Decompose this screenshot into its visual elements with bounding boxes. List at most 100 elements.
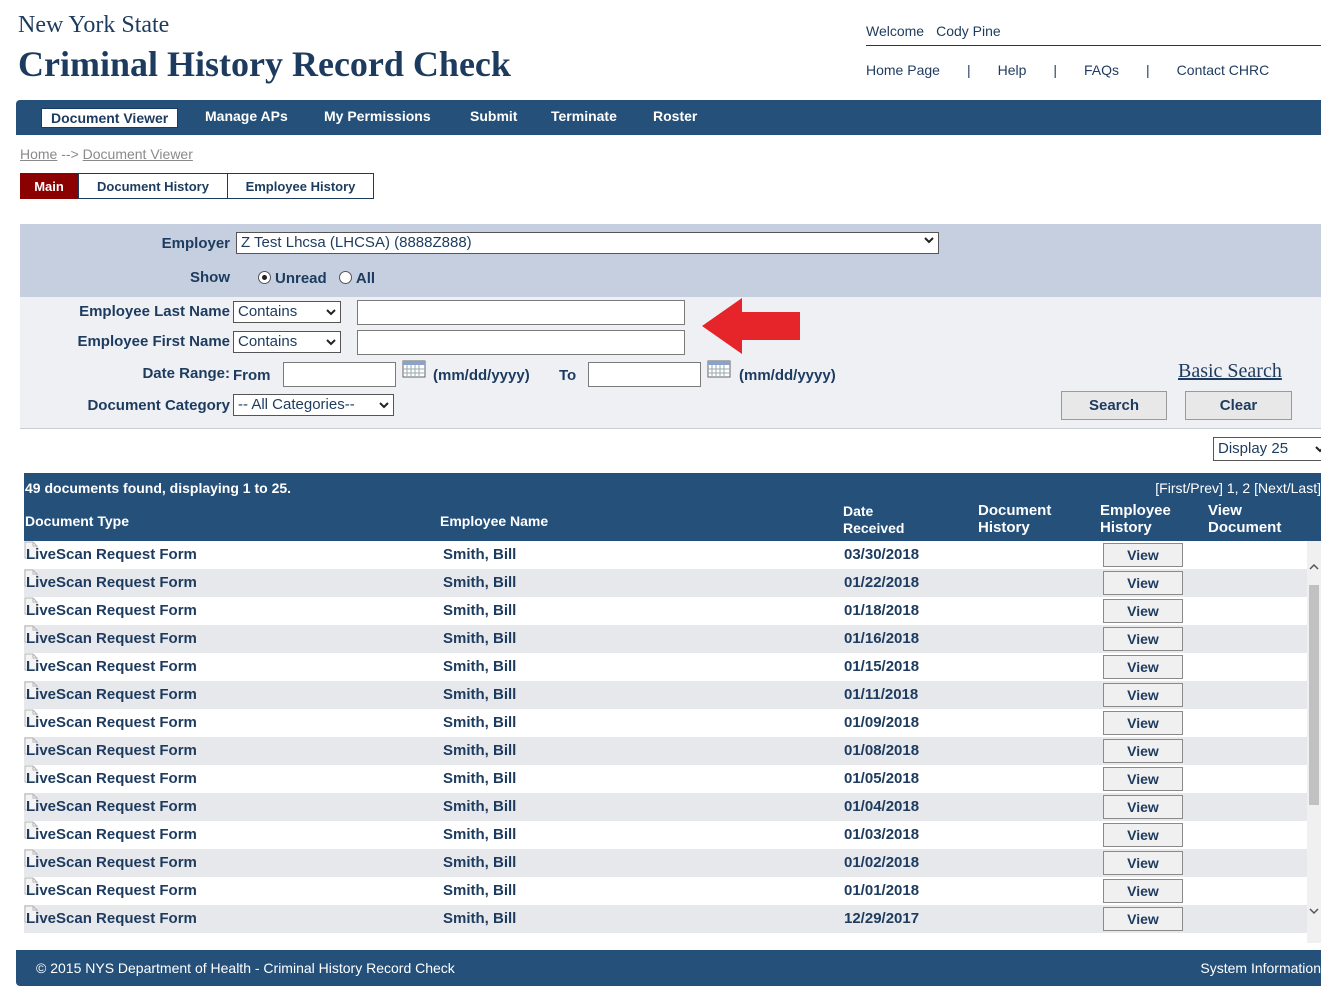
- breadcrumb-current[interactable]: Document Viewer: [83, 146, 193, 162]
- row-document-type[interactable]: LiveScan Request Form: [26, 854, 197, 871]
- row-view-button[interactable]: View: [1103, 851, 1183, 875]
- row-document-type[interactable]: LiveScan Request Form: [26, 882, 197, 899]
- nav-document-viewer[interactable]: Document Viewer: [41, 108, 179, 128]
- col-dh-line2: History: [978, 519, 1030, 536]
- calendar-icon[interactable]: [402, 360, 426, 378]
- row-view-button[interactable]: View: [1103, 907, 1183, 931]
- basic-search-link[interactable]: Basic Search: [1178, 360, 1282, 383]
- results-summary: 49 documents found, displaying 1 to 25.: [25, 480, 292, 496]
- col-date-received[interactable]: Date Received: [843, 503, 904, 537]
- nav-manage-aps[interactable]: Manage APs: [205, 108, 288, 124]
- scroll-up-icon[interactable]: [1309, 563, 1319, 571]
- breadcrumb-separator: -->: [61, 146, 79, 162]
- col-document-type[interactable]: Document Type: [25, 513, 129, 529]
- calendar-icon[interactable]: [707, 360, 731, 378]
- row-employee-name[interactable]: Smith, Bill: [443, 910, 516, 927]
- table-row: LiveScan Request Form Smith, Bill 01/16/20…: [24, 625, 1307, 653]
- breadcrumb: Home --> Document Viewer: [20, 146, 193, 162]
- faqs-link[interactable]: FAQs: [1084, 62, 1119, 78]
- row-employee-name[interactable]: Smith, Bill: [443, 798, 516, 815]
- row-view-button[interactable]: View: [1103, 683, 1183, 707]
- row-document-type[interactable]: LiveScan Request Form: [26, 574, 197, 591]
- help-link[interactable]: Help: [998, 62, 1027, 78]
- last-name-match-select[interactable]: Contains: [233, 301, 341, 323]
- row-document-type[interactable]: LiveScan Request Form: [26, 770, 197, 787]
- app-title: Criminal History Record Check: [18, 44, 511, 84]
- col-eh-line1: Employee: [1100, 502, 1171, 519]
- nav-my-permissions[interactable]: My Permissions: [324, 108, 431, 124]
- row-employee-name[interactable]: Smith, Bill: [443, 630, 516, 647]
- table-row: LiveScan Request Form Smith, Bill 01/18/20…: [24, 597, 1307, 625]
- from-label: From: [233, 367, 271, 384]
- table-row: LiveScan Request Form Smith, Bill 01/02/20…: [24, 849, 1307, 877]
- first-name-match-select[interactable]: Contains: [233, 331, 341, 353]
- row-date-received: 01/05/2018: [844, 770, 920, 787]
- row-document-type[interactable]: LiveScan Request Form: [26, 686, 197, 703]
- results-scrollbar[interactable]: [1307, 541, 1321, 943]
- row-date-received: 01/22/2018: [844, 574, 920, 591]
- row-document-type[interactable]: LiveScan Request Form: [26, 798, 197, 815]
- radio-all[interactable]: [338, 271, 352, 284]
- row-view-button[interactable]: View: [1103, 795, 1183, 819]
- row-employee-name[interactable]: Smith, Bill: [443, 882, 516, 899]
- row-view-button[interactable]: View: [1103, 823, 1183, 847]
- row-employee-name[interactable]: Smith, Bill: [443, 602, 516, 619]
- row-view-button[interactable]: View: [1103, 767, 1183, 791]
- first-name-label: Employee First Name: [77, 333, 230, 350]
- last-name-match-value: Contains: [238, 303, 298, 320]
- row-employee-name[interactable]: Smith, Bill: [443, 854, 516, 871]
- employer-select[interactable]: Z Test Lhcsa (LHCSA) (8888Z888): [236, 232, 939, 254]
- nav-roster[interactable]: Roster: [653, 108, 697, 124]
- row-view-button[interactable]: View: [1103, 599, 1183, 623]
- first-name-input[interactable]: [357, 330, 685, 355]
- row-document-type[interactable]: LiveScan Request Form: [26, 602, 197, 619]
- row-view-button[interactable]: View: [1103, 655, 1183, 679]
- row-employee-name[interactable]: Smith, Bill: [443, 574, 516, 591]
- scroll-down-icon[interactable]: [1309, 907, 1319, 915]
- row-view-button[interactable]: View: [1103, 571, 1183, 595]
- tab-employee-history[interactable]: Employee History: [227, 173, 374, 199]
- row-document-type[interactable]: LiveScan Request Form: [26, 714, 197, 731]
- contact-chrc-link[interactable]: Contact CHRC: [1177, 62, 1270, 78]
- row-employee-name[interactable]: Smith, Bill: [443, 714, 516, 731]
- display-count-select[interactable]: Display 25: [1213, 437, 1321, 461]
- row-view-button[interactable]: View: [1103, 627, 1183, 651]
- last-name-input[interactable]: [357, 300, 685, 325]
- row-employee-name[interactable]: Smith, Bill: [443, 686, 516, 703]
- row-document-type[interactable]: LiveScan Request Form: [26, 546, 197, 563]
- row-date-received: 01/02/2018: [844, 854, 920, 871]
- breadcrumb-home[interactable]: Home: [20, 146, 57, 162]
- row-employee-name[interactable]: Smith, Bill: [443, 546, 516, 563]
- date-to-input[interactable]: [588, 362, 701, 387]
- nav-terminate[interactable]: Terminate: [551, 108, 617, 124]
- row-document-type[interactable]: LiveScan Request Form: [26, 742, 197, 759]
- date-from-input[interactable]: [283, 362, 396, 387]
- row-employee-name[interactable]: Smith, Bill: [443, 826, 516, 843]
- tab-document-history[interactable]: Document History: [78, 173, 228, 199]
- link-separator: |: [1053, 62, 1058, 78]
- row-employee-name[interactable]: Smith, Bill: [443, 770, 516, 787]
- row-employee-name[interactable]: Smith, Bill: [443, 742, 516, 759]
- results-pager[interactable]: [First/Prev] 1, 2 [Next/Last]: [1155, 480, 1321, 496]
- row-employee-name[interactable]: Smith, Bill: [443, 658, 516, 675]
- col-eh-line2: History: [1100, 519, 1152, 536]
- search-button[interactable]: Search: [1061, 391, 1167, 420]
- nav-submit[interactable]: Submit: [470, 108, 517, 124]
- row-document-type[interactable]: LiveScan Request Form: [26, 630, 197, 647]
- row-view-button[interactable]: View: [1103, 543, 1183, 567]
- home-page-link[interactable]: Home Page: [866, 62, 940, 78]
- row-document-type[interactable]: LiveScan Request Form: [26, 658, 197, 675]
- radio-unread[interactable]: [258, 271, 271, 284]
- clear-button[interactable]: Clear: [1185, 391, 1292, 420]
- footer-system-info[interactable]: System Information: [1200, 960, 1321, 976]
- document-category-select[interactable]: -- All Categories--: [233, 394, 394, 416]
- row-view-button[interactable]: View: [1103, 879, 1183, 903]
- scroll-thumb[interactable]: [1309, 585, 1319, 805]
- tab-main[interactable]: Main: [20, 173, 78, 199]
- document-category-value: -- All Categories--: [238, 396, 355, 413]
- col-employee-name[interactable]: Employee Name: [440, 513, 548, 529]
- row-view-button[interactable]: View: [1103, 739, 1183, 763]
- row-document-type[interactable]: LiveScan Request Form: [26, 910, 197, 927]
- row-document-type[interactable]: LiveScan Request Form: [26, 826, 197, 843]
- row-view-button[interactable]: View: [1103, 711, 1183, 735]
